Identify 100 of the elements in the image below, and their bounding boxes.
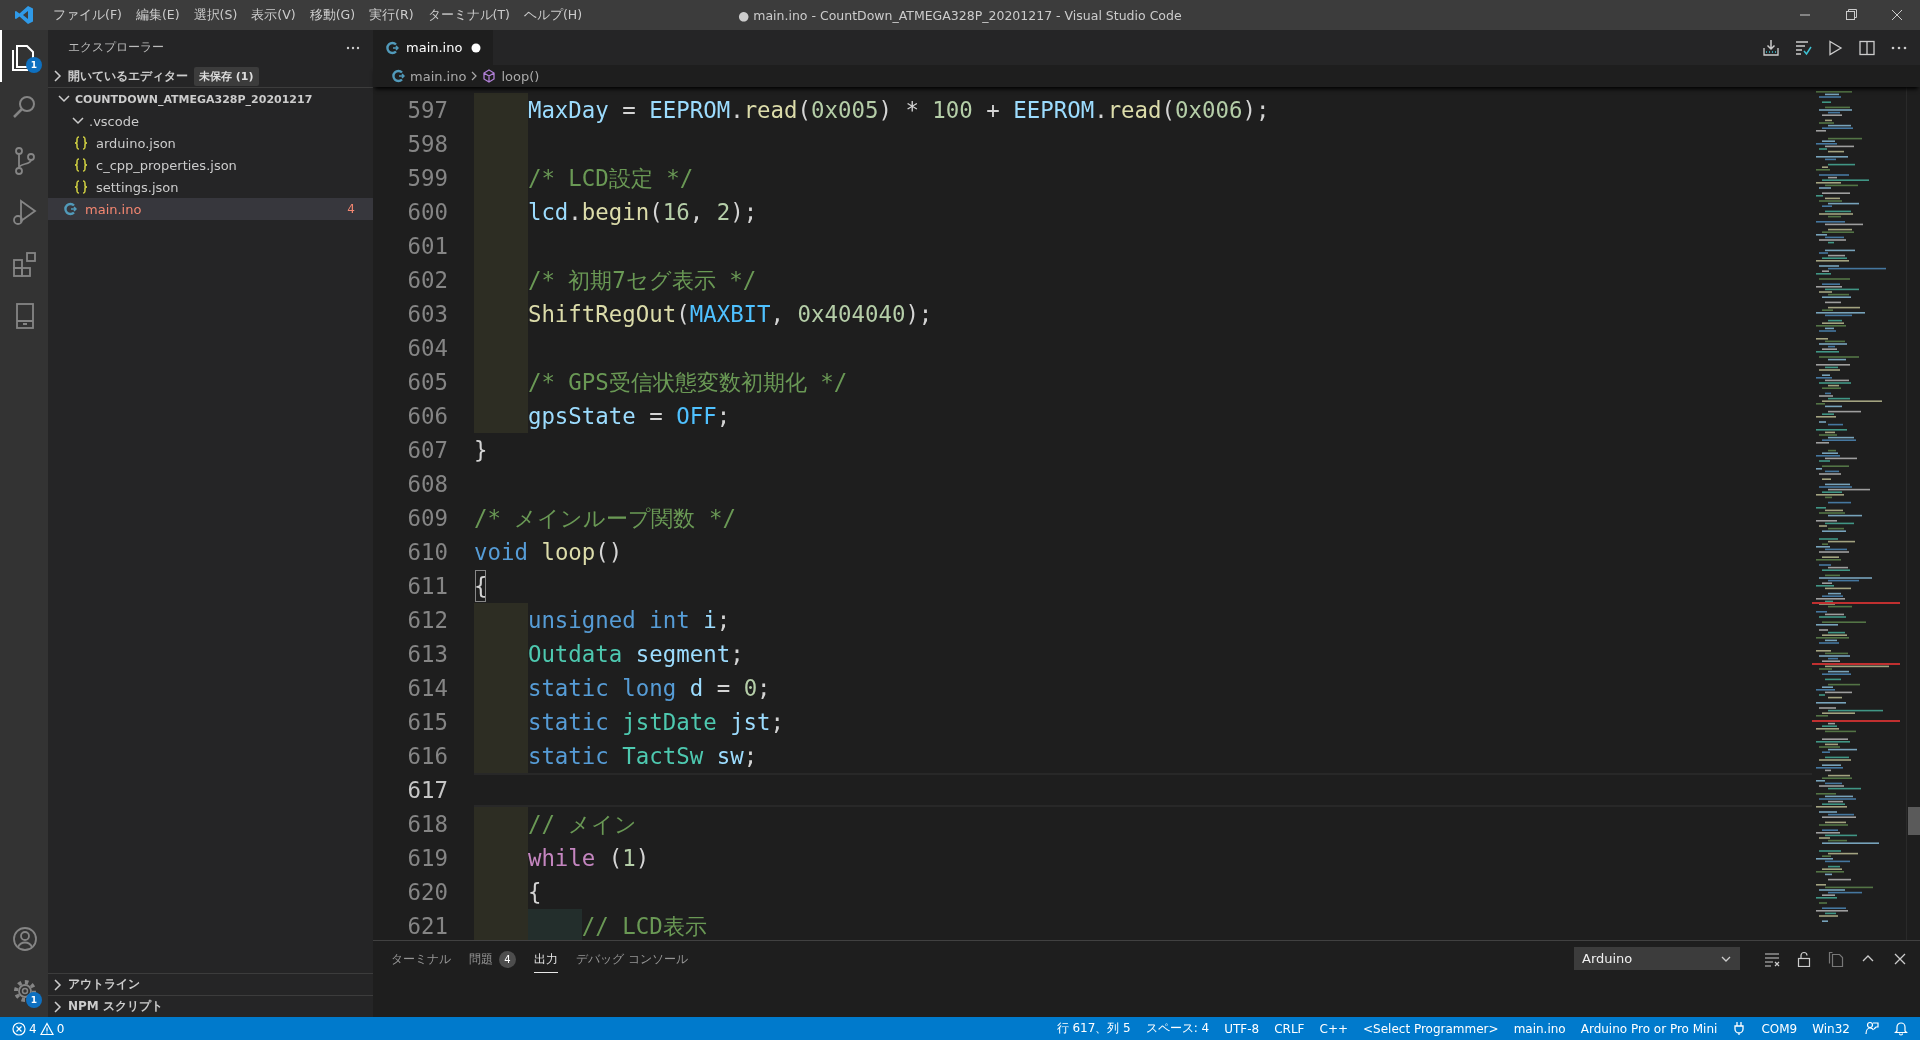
file-item[interactable]: main.ino 4 — [48, 198, 373, 220]
panel-tab[interactable]: デバッグ コンソール — [576, 944, 688, 973]
code-line: /* 初期7セグ表示 */ — [474, 263, 1812, 297]
panel-tab[interactable]: ターミナル — [391, 944, 451, 973]
line-number: 608 — [406, 471, 448, 497]
status-item[interactable]: CRLF — [1274, 1021, 1305, 1036]
panel-tab[interactable]: 問題 4 — [469, 944, 516, 973]
menu-item[interactable]: ヘルプ(H) — [516, 0, 590, 30]
folder-item[interactable]: .vscode — [48, 110, 373, 132]
scrollbar-thumb[interactable] — [1908, 807, 1920, 835]
menu-item[interactable]: 実行(R) — [362, 0, 421, 30]
line-number: 600 — [406, 199, 448, 225]
line-number: 618 — [406, 811, 448, 837]
line-number: 601 — [406, 233, 448, 259]
split-editor-icon[interactable] — [1858, 38, 1876, 57]
code-line: static jstDate jst; — [474, 705, 1812, 739]
code-line: /* LCD設定 */ — [474, 161, 1812, 195]
code-line: static TactSw sw; — [474, 739, 1812, 773]
notification-badge: 1 — [26, 992, 42, 1008]
breadcrumb-item[interactable]: main.ino — [391, 68, 467, 84]
feedback-icon[interactable] — [1865, 1021, 1879, 1036]
line-number: 597 — [406, 97, 448, 123]
line-number: 603 — [406, 301, 448, 327]
line-number: 611 — [406, 573, 448, 599]
line-number: 599 — [406, 165, 448, 191]
file-item[interactable]: settings.json — [48, 176, 373, 198]
window-title: ● main.ino - CountDown_ATMEGA328P_20201217 - Visual Studio Code — [738, 7, 1182, 23]
code-line: /* GPS受信状態変数初期化 */ — [474, 365, 1812, 399]
status-item[interactable]: main.ino — [1513, 1021, 1566, 1036]
run-icon[interactable] — [1826, 38, 1844, 57]
json-icon — [74, 135, 88, 151]
status-item[interactable]: Win32 — [1812, 1021, 1850, 1036]
line-number: 620 — [406, 879, 448, 905]
line-number: 610 — [406, 539, 448, 565]
verify-icon[interactable] — [1794, 38, 1812, 57]
line-number: 619 — [406, 845, 448, 871]
code-line: unsigned int i; — [474, 603, 1812, 637]
line-number: 615 — [406, 709, 448, 735]
status-item[interactable]: <Select Programmer> — [1363, 1021, 1499, 1036]
bell-icon[interactable] — [1894, 1021, 1908, 1036]
editor-tab[interactable]: main.ino — [373, 30, 493, 65]
folder-item[interactable]: COUNTDOWN_ATMEGA328P_20201217 — [48, 88, 373, 110]
line-number: 621 — [406, 913, 448, 939]
line-number: 613 — [406, 641, 448, 667]
code-line: while (1) — [474, 841, 1812, 875]
file-icon — [385, 39, 399, 56]
status-item[interactable]: C++ — [1319, 1021, 1349, 1036]
line-number: 614 — [406, 675, 448, 701]
file-item[interactable]: c_cpp_properties.json — [48, 154, 373, 176]
menu-item[interactable]: ターミナル(T) — [420, 0, 517, 30]
count-badge: 4 — [499, 950, 516, 968]
menu-item[interactable]: 選択(S) — [186, 0, 245, 30]
copy-icon[interactable] — [1828, 950, 1844, 967]
code-line: gpsState = OFF; — [474, 399, 1812, 433]
line-number: 605 — [406, 369, 448, 395]
line-number: 607 — [406, 437, 448, 463]
lock-icon[interactable] — [1796, 950, 1812, 967]
clear-output-icon[interactable] — [1764, 950, 1780, 967]
line-number: 617 — [406, 777, 448, 803]
code-line: static long d = 0; — [474, 671, 1812, 705]
output-channel-dropdown[interactable]: Arduino — [1574, 947, 1740, 970]
panel-tab[interactable]: 出力 — [534, 944, 558, 973]
warning-icon — [39, 1021, 54, 1036]
unsaved-badge: 未保存 (1) — [194, 66, 259, 86]
section-header[interactable]: アウトライン — [48, 973, 373, 995]
line-number: 604 — [406, 335, 448, 361]
plug-icon[interactable] — [1732, 1021, 1747, 1036]
status-item[interactable]: 行 617、列 5 — [1056, 1020, 1131, 1037]
file-icon — [63, 201, 77, 217]
file-item[interactable]: arduino.json — [48, 132, 373, 154]
status-item[interactable]: UTF-8 — [1224, 1021, 1260, 1036]
code-line: // LCD表示 — [474, 909, 1812, 940]
settings-button[interactable]: 1 — [0, 965, 48, 1017]
json-icon — [74, 157, 88, 173]
menu-item[interactable]: 移動(G) — [302, 0, 363, 30]
section-header[interactable]: 開いているエディター 未保存 (1) — [48, 65, 373, 87]
menu-item[interactable]: ファイル(F) — [46, 0, 129, 30]
status-item[interactable]: スペース: 4 — [1145, 1020, 1210, 1037]
breadcrumb-item[interactable]: loop() — [482, 68, 540, 84]
line-number: 598 — [406, 131, 448, 157]
code-line: { — [474, 875, 1812, 909]
code-line: Outdata segment; — [474, 637, 1812, 671]
status-item[interactable]: COM9 — [1761, 1021, 1798, 1036]
line-number: 609 — [406, 505, 448, 531]
status-item[interactable]: Arduino Pro or Pro Mini — [1580, 1021, 1718, 1036]
line-number: 616 — [406, 743, 448, 769]
error-icon — [12, 1021, 26, 1036]
problems-status[interactable]: 4 0 — [12, 1021, 65, 1036]
code-line: ShiftRegOut(MAXBIT, 0x404040); — [474, 297, 1812, 331]
upload-icon[interactable] — [1762, 38, 1780, 57]
code-line: MaxDay = EEPROM.read(0x005) * 100 + EEPROM.read(0x006); — [474, 93, 1812, 127]
app-logo-icon — [14, 5, 34, 25]
code-line: { — [474, 569, 1812, 603]
menu-item[interactable]: 表示(V) — [244, 0, 303, 30]
cube-icon — [482, 68, 497, 84]
line-number: 602 — [406, 267, 448, 293]
line-number: 612 — [406, 607, 448, 633]
menu-item[interactable]: 編集(E) — [128, 0, 187, 30]
code-line: } — [474, 436, 489, 465]
line-number: 606 — [406, 403, 448, 429]
